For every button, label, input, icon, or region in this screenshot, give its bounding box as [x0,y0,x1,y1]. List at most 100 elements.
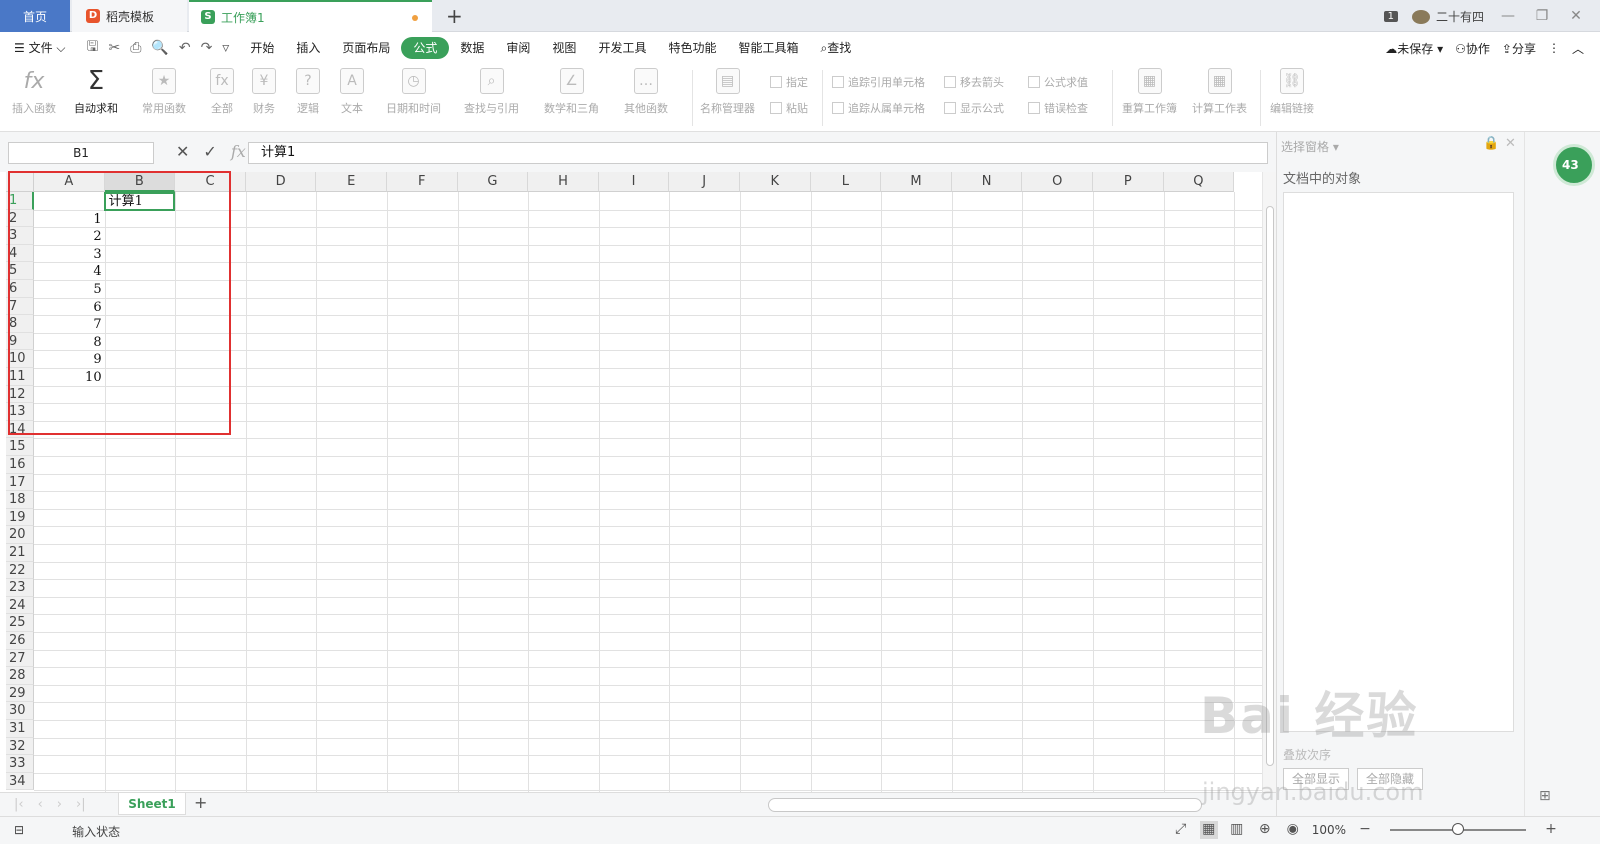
unsaved-button[interactable]: ☁未保存 ▾ [1385,40,1443,57]
macro-icon[interactable]: ⊟ [14,823,24,840]
undo-icon[interactable]: ↶ [179,40,191,56]
paste-name-button[interactable]: 粘贴 [770,100,808,116]
last-sheet-icon[interactable]: ›| [76,797,86,812]
other-functions-button[interactable]: … 其他函数 [624,68,668,116]
next-sheet-icon[interactable]: › [57,797,62,812]
zoom-slider[interactable] [1390,823,1526,835]
trace-precedents-button[interactable]: 追踪引用单元格 [832,74,925,90]
minimize-icon[interactable]: — [1498,8,1518,24]
first-sheet-icon[interactable]: |‹ [14,797,24,812]
column-header-j[interactable]: J [669,172,740,192]
row-header-20[interactable]: 20 [6,526,34,544]
horizontal-scrollbar[interactable] [768,798,1202,812]
cancel-icon[interactable]: ✕ [176,142,189,161]
row-header-17[interactable]: 17 [6,473,34,492]
row-header-33[interactable]: 33 [6,755,34,773]
tab-template[interactable]: D 稻壳模板 [72,0,187,32]
menu-formulas[interactable]: 公式 [401,37,450,59]
lookup-button[interactable]: ⌕ 查找与引用 [464,68,519,116]
fullscreen-icon[interactable]: ⤢ [1172,821,1190,839]
menu-insert[interactable]: 插入 [285,37,331,59]
file-menu[interactable]: ☰ 文件 ⌵ [0,37,77,59]
prev-sheet-icon[interactable]: ‹ [38,797,43,812]
math-button[interactable]: ∠ 数学和三角 [544,68,599,116]
window-count-badge[interactable]: 1 [1383,10,1398,22]
column-header-e[interactable]: E [316,172,387,192]
search-button[interactable]: ⌕查找 [809,37,862,59]
redo-icon[interactable]: ↷ [201,40,213,56]
collab-button[interactable]: ⚇协作 [1455,40,1490,57]
column-header-n[interactable]: N [951,172,1023,192]
row-header-24[interactable]: 24 [6,596,34,615]
row-header-25[interactable]: 25 [6,614,34,632]
common-functions-button[interactable]: ★ 常用函数 [142,68,186,116]
remove-arrows-button[interactable]: 移去箭头 [944,74,1004,90]
row-header-16[interactable]: 16 [6,456,34,474]
more-icon[interactable]: ⋮ [1548,41,1560,55]
name-manager-button[interactable]: ▤ 名称管理器 [700,68,755,116]
error-check-button[interactable]: 错误检查 [1028,100,1088,116]
print-icon[interactable]: ⎙ [130,40,141,56]
menu-data[interactable]: 数据 [449,37,495,59]
restore-icon[interactable]: ❐ [1532,8,1552,24]
collapse-ribbon-icon[interactable]: ︿ [1572,40,1584,57]
show-formulas-button[interactable]: 显示公式 [944,100,1004,116]
column-header-k[interactable]: K [740,172,811,192]
zoom-slider-knob[interactable] [1452,823,1464,835]
menu-review[interactable]: 审阅 [495,37,541,59]
row-header-29[interactable]: 29 [6,684,34,703]
print-preview-icon[interactable]: 🔍 [151,40,168,56]
evaluate-formula-button[interactable]: 公式求值 [1028,74,1088,90]
column-header-p[interactable]: P [1093,172,1164,192]
close-icon[interactable]: ✕ [1505,136,1516,151]
insert-function-button[interactable]: fx 插入函数 [12,68,56,116]
column-header-m[interactable]: M [881,172,952,192]
edit-links-button[interactable]: ⛓ 编辑链接 [1270,68,1314,116]
row-header-18[interactable]: 18 [6,491,34,509]
normal-view-icon[interactable]: ▦ [1199,821,1218,839]
autosum-button[interactable]: Σ 自动求和 [74,66,118,116]
tab-workbook[interactable]: S 工作簿1 [189,0,432,32]
zoom-level[interactable]: 100% [1312,823,1346,837]
calc-sheet-button[interactable]: ▦ 计算工作表 [1192,68,1247,116]
menu-developer[interactable]: 开发工具 [587,37,657,59]
fx-icon[interactable]: fx [231,142,246,161]
row-header-26[interactable]: 26 [6,632,34,650]
cut-icon[interactable]: ✂ [108,40,120,56]
save-icon[interactable]: 🖫 [87,36,99,60]
assistant-badge[interactable]: 43 [1553,144,1595,186]
formula-input[interactable]: 计算1 [248,142,1268,164]
row-header-19[interactable]: 19 [6,508,34,527]
trace-dependents-button[interactable]: 追踪从属单元格 [832,100,925,116]
row-header-23[interactable]: 23 [6,579,34,597]
all-functions-button[interactable]: fx 全部 [210,68,234,116]
menu-home[interactable]: 开始 [239,37,285,59]
row-header-22[interactable]: 22 [6,561,34,580]
name-box[interactable]: B1 [8,142,154,164]
new-tab-button[interactable]: + [446,4,463,28]
row-header-31[interactable]: 31 [6,720,34,738]
objects-list[interactable] [1283,192,1514,732]
customize-icon[interactable]: ▿ [222,40,229,56]
column-header-i[interactable]: I [598,172,670,192]
grid-apps-icon[interactable]: ⊞ [1539,788,1551,804]
column-header-h[interactable]: H [528,172,599,192]
menu-features[interactable]: 特色功能 [657,37,727,59]
user-profile[interactable]: 二十有四 [1411,8,1484,25]
confirm-icon[interactable]: ✓ [203,142,216,161]
row-header-15[interactable]: 15 [6,438,34,456]
column-header-f[interactable]: F [387,172,458,192]
zoom-out-icon[interactable]: − [1356,821,1374,839]
finance-button[interactable]: ¥ 财务 [252,68,276,116]
sheet-tab[interactable]: Sheet1 [118,793,186,815]
text-functions-button[interactable]: A 文本 [340,68,364,116]
share-button[interactable]: ⇪分享 [1502,40,1536,57]
datetime-button[interactable]: ◷ 日期和时间 [386,68,441,116]
lock-icon[interactable]: 🔒 [1483,136,1499,151]
zoom-in-icon[interactable]: + [1542,821,1560,839]
logic-button[interactable]: ? 逻辑 [296,68,320,116]
menu-view[interactable]: 视图 [541,37,587,59]
selection-pane-title[interactable]: 选择窗格 ▾ [1281,138,1339,155]
row-header-21[interactable]: 21 [6,544,34,562]
row-header-30[interactable]: 30 [6,702,34,720]
